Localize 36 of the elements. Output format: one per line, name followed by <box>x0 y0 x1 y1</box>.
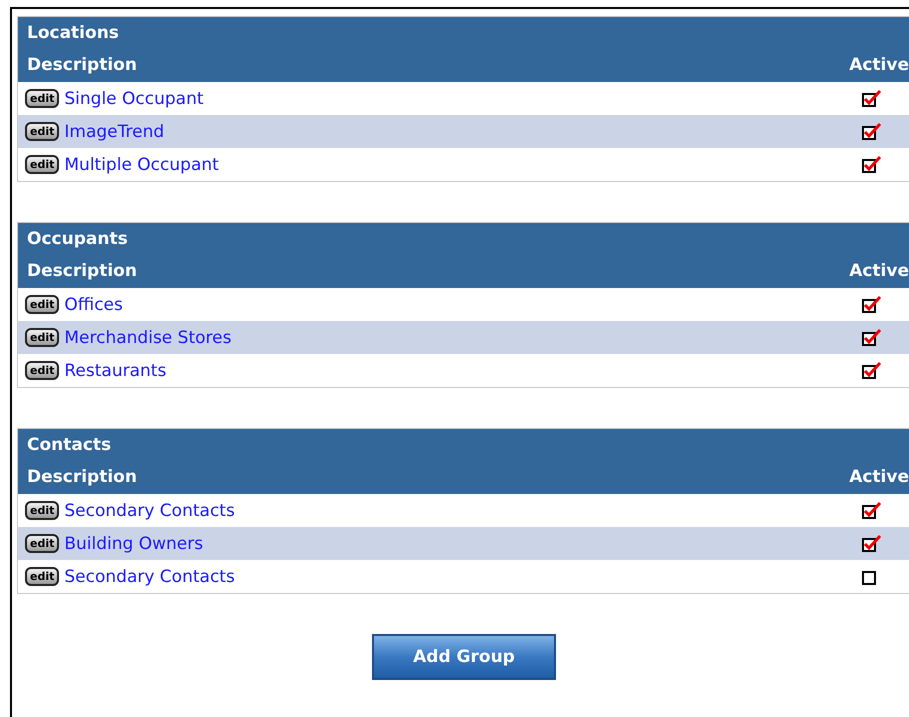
description-link[interactable]: Building Owners <box>64 534 838 554</box>
edit-button[interactable]: edit <box>25 89 60 108</box>
group-title: Contacts <box>27 434 112 454</box>
column-header: Description <box>27 261 137 281</box>
description-link[interactable]: Offices <box>64 294 838 314</box>
checked-checkbox-icon[interactable] <box>862 328 882 346</box>
description-link[interactable]: Restaurants <box>64 360 838 380</box>
description-link[interactable]: Multiple Occupant <box>64 154 838 174</box>
checked-checkbox-icon[interactable] <box>862 296 882 314</box>
description-link[interactable]: Secondary Contacts <box>64 566 838 586</box>
edit-button[interactable]: edit <box>25 534 60 553</box>
description-link[interactable]: Single Occupant <box>64 88 838 108</box>
column-header: Active <box>849 261 909 281</box>
edit-button[interactable]: edit <box>25 501 60 520</box>
checked-checkbox-icon[interactable] <box>862 534 882 552</box>
column-header: Active <box>849 55 909 75</box>
edit-button[interactable]: edit <box>25 328 60 347</box>
checked-checkbox-icon[interactable] <box>862 156 882 174</box>
checked-checkbox-icon[interactable] <box>862 90 882 108</box>
checked-checkbox-icon[interactable] <box>862 502 882 520</box>
checked-checkbox-icon[interactable] <box>862 122 882 140</box>
group-title: Occupants <box>27 228 128 248</box>
group-title: Locations <box>27 22 119 42</box>
checked-checkbox-icon[interactable] <box>862 362 882 380</box>
add-group-button[interactable]: Add Group <box>372 634 556 680</box>
edit-button[interactable]: edit <box>25 155 60 174</box>
edit-button[interactable]: edit <box>25 295 60 314</box>
edit-button[interactable]: edit <box>25 361 60 380</box>
column-header: Description <box>27 55 137 75</box>
edit-button[interactable]: edit <box>25 567 60 586</box>
description-link[interactable]: Secondary Contacts <box>64 500 838 520</box>
description-link[interactable]: Merchandise Stores <box>64 328 838 348</box>
column-header: Active <box>849 467 909 487</box>
edit-button[interactable]: edit <box>25 122 60 141</box>
description-link[interactable]: ImageTrend <box>64 122 838 142</box>
column-header: Description <box>27 467 137 487</box>
